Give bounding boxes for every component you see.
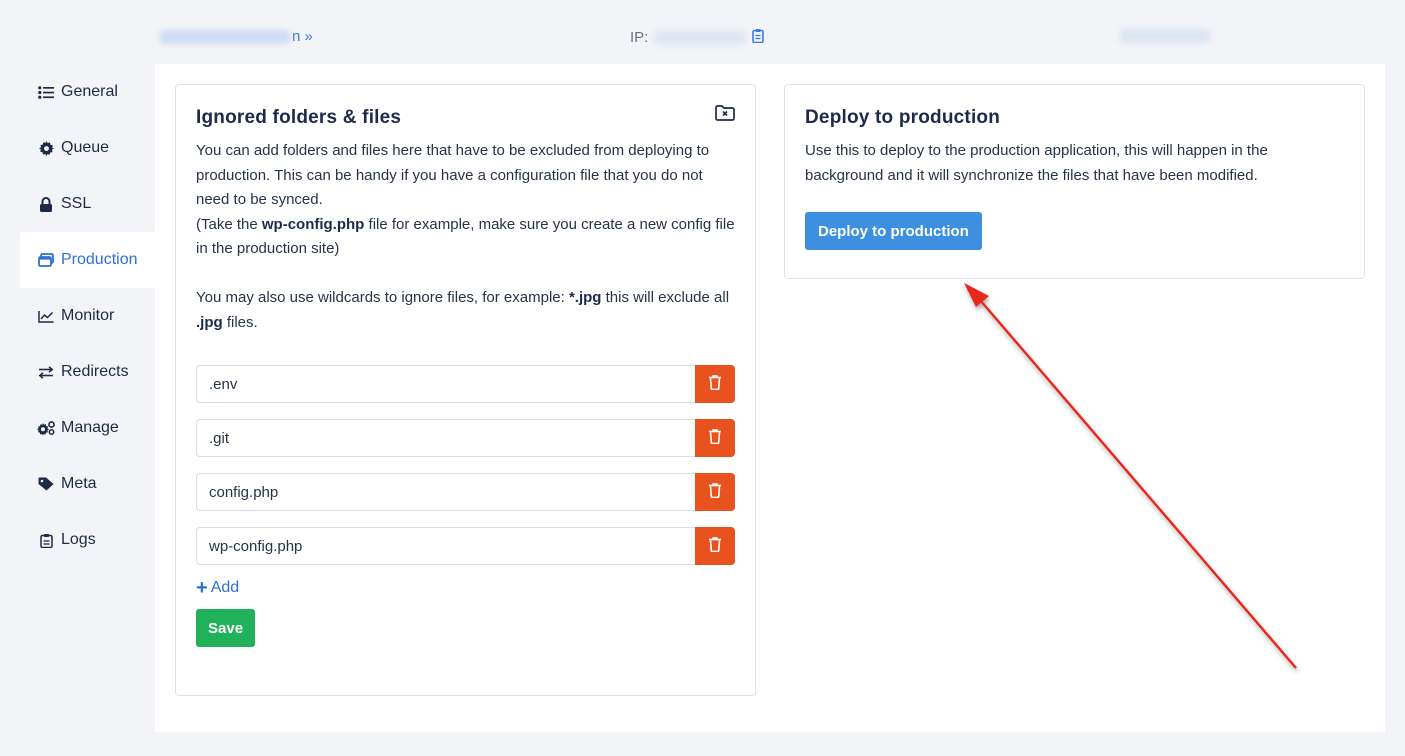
site-name-redacted: [160, 29, 290, 44]
list-icon: [37, 85, 55, 99]
sidebar-item-production[interactable]: Production: [20, 232, 155, 288]
account-info-redacted[interactable]: [1120, 28, 1210, 44]
ip-display: IP:: [630, 28, 765, 47]
sidebar-item-logs[interactable]: Logs: [20, 512, 155, 568]
wildcard-desc-pre: You may also use wildcards to ignore fil…: [196, 289, 569, 306]
chart-line-icon: [37, 310, 55, 323]
deploy-to-production-button[interactable]: Deploy to production: [805, 212, 982, 250]
ignored-entry-row: [196, 527, 735, 565]
ip-label: IP:: [630, 29, 649, 46]
ignored-entry-row: [196, 419, 735, 457]
deploy-description: Use this to deploy to the production app…: [805, 142, 1268, 184]
trash-icon: [709, 483, 721, 501]
ignored-desc-2-bold: wp-config.php: [261, 215, 365, 233]
trash-icon: [709, 375, 721, 393]
site-link[interactable]: n »: [160, 28, 313, 45]
sidebar-item-monitor[interactable]: Monitor: [20, 288, 155, 344]
sidebar-item-label: Production: [61, 251, 138, 268]
ignored-description: You can add folders and files here that …: [196, 139, 735, 262]
sidebar-item-general[interactable]: General: [20, 64, 155, 120]
copy-clipboard-icon[interactable]: [752, 28, 765, 47]
delete-entry-button[interactable]: [695, 527, 735, 565]
gears-icon: [37, 420, 55, 436]
main-panel: Ignored folders & files You can add fold…: [155, 64, 1385, 732]
site-link-suffix: n »: [292, 28, 313, 45]
sidebar: General Queue SSL Production Monitor Red…: [20, 64, 155, 568]
sidebar-item-label: Queue: [61, 139, 110, 156]
ignored-entry-input[interactable]: [196, 365, 695, 403]
swap-arrows-icon: [37, 365, 55, 379]
deploy-card: Deploy to production Use this to deploy …: [784, 84, 1365, 279]
wildcard-desc-mid: this will exclude all: [601, 289, 730, 306]
sidebar-item-label: Manage: [61, 419, 119, 436]
ignored-title: Ignored folders & files: [196, 107, 402, 128]
sidebar-item-label: General: [61, 83, 118, 100]
wildcard-desc-bold1: *.jpg: [568, 289, 602, 306]
clipboard-icon: [37, 533, 55, 548]
ignored-files-card: Ignored folders & files You can add fold…: [175, 84, 756, 696]
folder-remove-icon[interactable]: [715, 105, 735, 121]
ignored-entry-row: [196, 473, 735, 511]
sidebar-item-label: Redirects: [61, 363, 129, 380]
sidebar-item-queue[interactable]: Queue: [20, 120, 155, 176]
wildcard-desc-bold2: .jpg: [196, 313, 223, 331]
ignored-entry-row: [196, 365, 735, 403]
sidebar-item-meta[interactable]: Meta: [20, 456, 155, 512]
window-icon: [37, 253, 55, 267]
deploy-title: Deploy to production: [805, 107, 1001, 128]
sidebar-item-ssl[interactable]: SSL: [20, 176, 155, 232]
sidebar-item-redirects[interactable]: Redirects: [20, 344, 155, 400]
ignored-entry-input[interactable]: [196, 419, 695, 457]
sidebar-item-label: SSL: [61, 195, 92, 212]
wildcard-description: You may also use wildcards to ignore fil…: [196, 286, 735, 335]
sidebar-item-manage[interactable]: Manage: [20, 400, 155, 456]
wildcard-desc-post: files.: [222, 313, 258, 331]
lock-icon: [37, 196, 55, 212]
add-entry-link[interactable]: + Add: [196, 577, 240, 599]
ignored-entry-input[interactable]: [196, 527, 695, 565]
sidebar-item-label: Meta: [61, 475, 97, 492]
trash-icon: [709, 429, 721, 447]
ignored-desc-1: You can add folders and files here that …: [196, 142, 710, 208]
tag-icon: [37, 477, 55, 491]
add-entry-label: Add: [210, 579, 240, 596]
top-bar: n » IP:: [155, 0, 1385, 64]
trash-icon: [709, 537, 721, 555]
sidebar-item-label: Logs: [61, 531, 96, 548]
plus-icon: +: [196, 577, 208, 599]
delete-entry-button[interactable]: [695, 365, 735, 403]
delete-entry-button[interactable]: [695, 419, 735, 457]
ignored-entry-input[interactable]: [196, 473, 695, 511]
ip-address-redacted: [654, 30, 747, 45]
ignored-desc-2-pre: (Take the: [196, 215, 262, 233]
save-button[interactable]: Save: [196, 609, 256, 647]
gear-icon: [37, 140, 55, 156]
sidebar-item-label: Monitor: [61, 307, 115, 324]
delete-entry-button[interactable]: [695, 473, 735, 511]
